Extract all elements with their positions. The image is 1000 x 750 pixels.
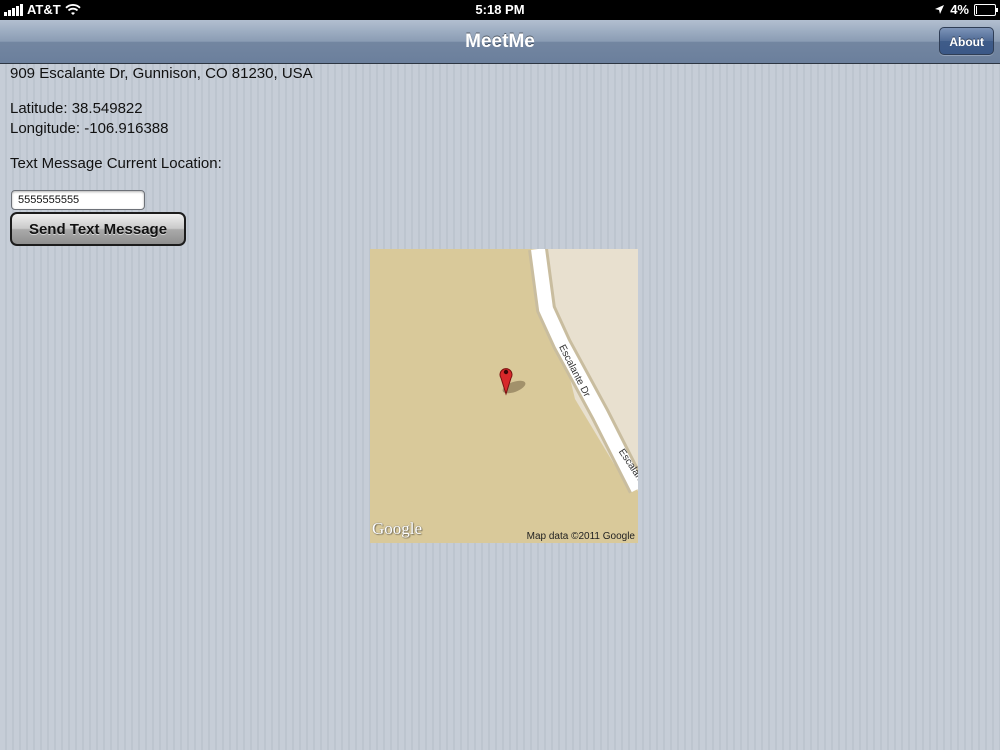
latitude-text: Latitude: 38.549822: [10, 100, 143, 117]
status-bar: AT&T 5:18 PM 4%: [0, 0, 1000, 20]
status-right: 4%: [934, 2, 998, 17]
app-title: MeetMe: [465, 31, 535, 52]
battery-percent: 4%: [950, 2, 969, 17]
map-view[interactable]: Escalante Dr Escalante Google Map data ©…: [370, 249, 638, 543]
phone-number-input[interactable]: [11, 190, 145, 210]
status-time: 5:18 PM: [475, 2, 525, 17]
navigation-bar: MeetMe About: [0, 20, 1000, 64]
map-attribution: Map data ©2011 Google: [526, 531, 635, 542]
map-pin-icon[interactable]: [492, 360, 532, 400]
sms-prompt: Text Message Current Location:: [10, 155, 222, 172]
battery-icon: [974, 3, 998, 16]
battery-fill: [976, 5, 977, 14]
address-text: 909 Escalante Dr, Gunnison, CO 81230, US…: [10, 65, 313, 82]
map-logo: Google: [372, 519, 423, 538]
about-button[interactable]: About: [939, 27, 994, 55]
longitude-text: Longitude: -106.916388: [10, 120, 169, 137]
location-arrow-icon: [935, 5, 945, 14]
send-text-message-button[interactable]: Send Text Message: [10, 212, 186, 246]
